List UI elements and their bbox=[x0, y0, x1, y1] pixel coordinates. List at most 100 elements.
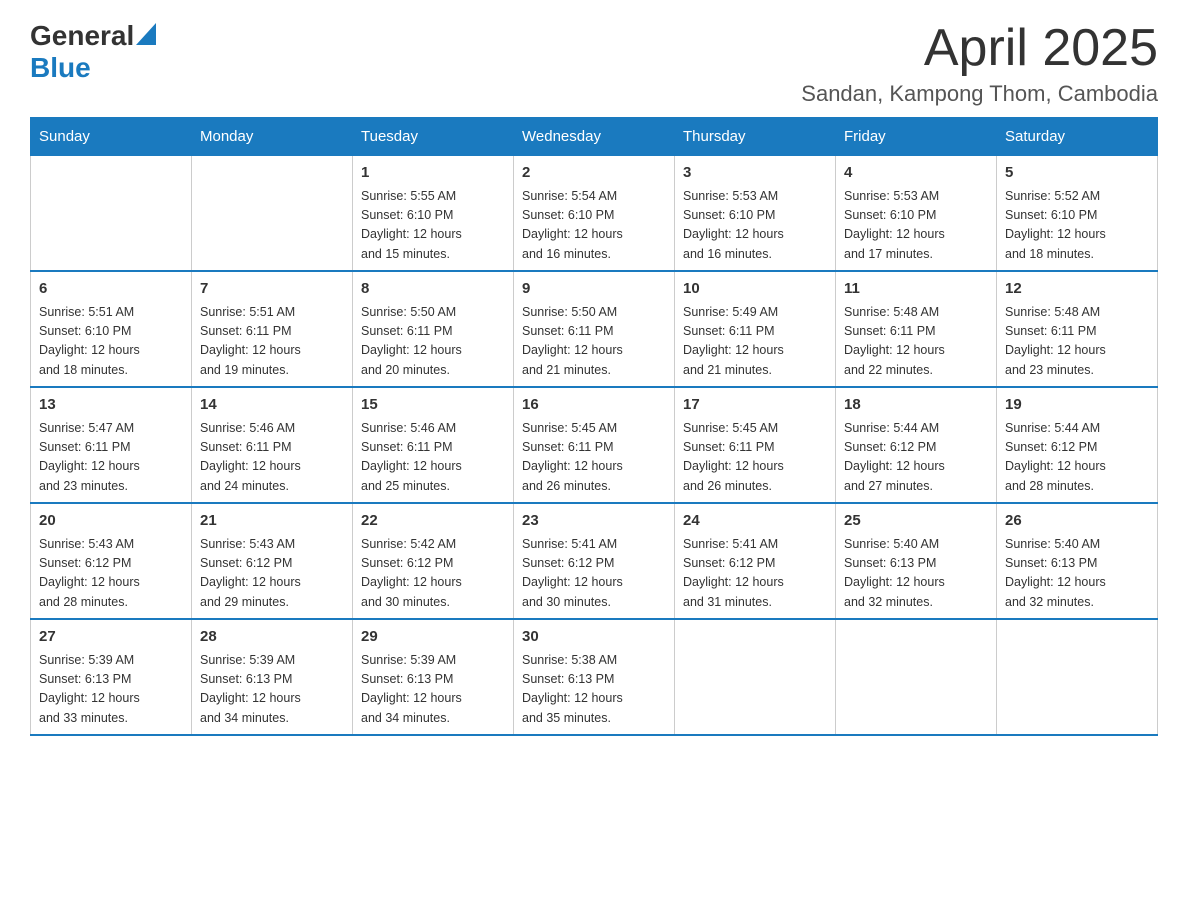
calendar-day-cell: 20Sunrise: 5:43 AM Sunset: 6:12 PM Dayli… bbox=[31, 503, 192, 619]
calendar-day-cell: 16Sunrise: 5:45 AM Sunset: 6:11 PM Dayli… bbox=[514, 387, 675, 503]
day-info: Sunrise: 5:48 AM Sunset: 6:11 PM Dayligh… bbox=[844, 303, 988, 381]
logo-blue-text: Blue bbox=[30, 52, 91, 83]
logo-triangle-icon bbox=[136, 23, 156, 45]
day-info: Sunrise: 5:41 AM Sunset: 6:12 PM Dayligh… bbox=[683, 535, 827, 613]
day-info: Sunrise: 5:52 AM Sunset: 6:10 PM Dayligh… bbox=[1005, 187, 1149, 265]
calendar-day-cell: 9Sunrise: 5:50 AM Sunset: 6:11 PM Daylig… bbox=[514, 271, 675, 387]
day-number: 7 bbox=[200, 278, 344, 301]
day-info: Sunrise: 5:48 AM Sunset: 6:11 PM Dayligh… bbox=[1005, 303, 1149, 381]
day-of-week-header: Sunday bbox=[31, 118, 192, 156]
calendar-day-cell bbox=[997, 619, 1158, 735]
day-number: 18 bbox=[844, 394, 988, 417]
calendar-day-cell: 5Sunrise: 5:52 AM Sunset: 6:10 PM Daylig… bbox=[997, 156, 1158, 272]
calendar-day-cell: 6Sunrise: 5:51 AM Sunset: 6:10 PM Daylig… bbox=[31, 271, 192, 387]
day-number: 4 bbox=[844, 162, 988, 185]
calendar-day-cell: 30Sunrise: 5:38 AM Sunset: 6:13 PM Dayli… bbox=[514, 619, 675, 735]
calendar-header-row: SundayMondayTuesdayWednesdayThursdayFrid… bbox=[31, 118, 1158, 156]
day-number: 14 bbox=[200, 394, 344, 417]
day-info: Sunrise: 5:39 AM Sunset: 6:13 PM Dayligh… bbox=[200, 651, 344, 729]
day-number: 27 bbox=[39, 626, 183, 649]
day-info: Sunrise: 5:42 AM Sunset: 6:12 PM Dayligh… bbox=[361, 535, 505, 613]
day-number: 8 bbox=[361, 278, 505, 301]
calendar-day-cell: 14Sunrise: 5:46 AM Sunset: 6:11 PM Dayli… bbox=[192, 387, 353, 503]
day-number: 17 bbox=[683, 394, 827, 417]
day-info: Sunrise: 5:51 AM Sunset: 6:11 PM Dayligh… bbox=[200, 303, 344, 381]
day-info: Sunrise: 5:46 AM Sunset: 6:11 PM Dayligh… bbox=[200, 419, 344, 497]
day-number: 25 bbox=[844, 510, 988, 533]
day-number: 29 bbox=[361, 626, 505, 649]
day-number: 10 bbox=[683, 278, 827, 301]
calendar-day-cell: 24Sunrise: 5:41 AM Sunset: 6:12 PM Dayli… bbox=[675, 503, 836, 619]
day-info: Sunrise: 5:43 AM Sunset: 6:12 PM Dayligh… bbox=[39, 535, 183, 613]
calendar-day-cell: 27Sunrise: 5:39 AM Sunset: 6:13 PM Dayli… bbox=[31, 619, 192, 735]
day-number: 1 bbox=[361, 162, 505, 185]
day-info: Sunrise: 5:41 AM Sunset: 6:12 PM Dayligh… bbox=[522, 535, 666, 613]
day-info: Sunrise: 5:40 AM Sunset: 6:13 PM Dayligh… bbox=[844, 535, 988, 613]
calendar-day-cell: 19Sunrise: 5:44 AM Sunset: 6:12 PM Dayli… bbox=[997, 387, 1158, 503]
calendar-day-cell: 8Sunrise: 5:50 AM Sunset: 6:11 PM Daylig… bbox=[353, 271, 514, 387]
day-number: 15 bbox=[361, 394, 505, 417]
logo: General Blue bbox=[30, 20, 156, 84]
day-number: 23 bbox=[522, 510, 666, 533]
day-number: 28 bbox=[200, 626, 344, 649]
day-number: 21 bbox=[200, 510, 344, 533]
title-block: April 2025 Sandan, Kampong Thom, Cambodi… bbox=[801, 20, 1158, 107]
calendar-week-row: 20Sunrise: 5:43 AM Sunset: 6:12 PM Dayli… bbox=[31, 503, 1158, 619]
calendar-day-cell: 17Sunrise: 5:45 AM Sunset: 6:11 PM Dayli… bbox=[675, 387, 836, 503]
day-info: Sunrise: 5:50 AM Sunset: 6:11 PM Dayligh… bbox=[361, 303, 505, 381]
day-info: Sunrise: 5:45 AM Sunset: 6:11 PM Dayligh… bbox=[683, 419, 827, 497]
day-of-week-header: Saturday bbox=[997, 118, 1158, 156]
day-info: Sunrise: 5:43 AM Sunset: 6:12 PM Dayligh… bbox=[200, 535, 344, 613]
day-info: Sunrise: 5:46 AM Sunset: 6:11 PM Dayligh… bbox=[361, 419, 505, 497]
day-info: Sunrise: 5:39 AM Sunset: 6:13 PM Dayligh… bbox=[361, 651, 505, 729]
calendar-day-cell: 1Sunrise: 5:55 AM Sunset: 6:10 PM Daylig… bbox=[353, 156, 514, 272]
calendar-day-cell: 10Sunrise: 5:49 AM Sunset: 6:11 PM Dayli… bbox=[675, 271, 836, 387]
day-number: 11 bbox=[844, 278, 988, 301]
calendar-day-cell: 3Sunrise: 5:53 AM Sunset: 6:10 PM Daylig… bbox=[675, 156, 836, 272]
day-number: 30 bbox=[522, 626, 666, 649]
calendar-day-cell: 18Sunrise: 5:44 AM Sunset: 6:12 PM Dayli… bbox=[836, 387, 997, 503]
calendar-day-cell: 28Sunrise: 5:39 AM Sunset: 6:13 PM Dayli… bbox=[192, 619, 353, 735]
calendar-day-cell: 4Sunrise: 5:53 AM Sunset: 6:10 PM Daylig… bbox=[836, 156, 997, 272]
day-number: 13 bbox=[39, 394, 183, 417]
calendar-day-cell: 7Sunrise: 5:51 AM Sunset: 6:11 PM Daylig… bbox=[192, 271, 353, 387]
day-number: 20 bbox=[39, 510, 183, 533]
day-number: 22 bbox=[361, 510, 505, 533]
logo-general-text: General bbox=[30, 20, 134, 52]
calendar-day-cell: 15Sunrise: 5:46 AM Sunset: 6:11 PM Dayli… bbox=[353, 387, 514, 503]
day-info: Sunrise: 5:45 AM Sunset: 6:11 PM Dayligh… bbox=[522, 419, 666, 497]
calendar-week-row: 13Sunrise: 5:47 AM Sunset: 6:11 PM Dayli… bbox=[31, 387, 1158, 503]
calendar-day-cell: 29Sunrise: 5:39 AM Sunset: 6:13 PM Dayli… bbox=[353, 619, 514, 735]
day-info: Sunrise: 5:50 AM Sunset: 6:11 PM Dayligh… bbox=[522, 303, 666, 381]
day-number: 12 bbox=[1005, 278, 1149, 301]
calendar-day-cell bbox=[31, 156, 192, 272]
day-number: 24 bbox=[683, 510, 827, 533]
day-info: Sunrise: 5:54 AM Sunset: 6:10 PM Dayligh… bbox=[522, 187, 666, 265]
calendar-day-cell: 22Sunrise: 5:42 AM Sunset: 6:12 PM Dayli… bbox=[353, 503, 514, 619]
day-of-week-header: Wednesday bbox=[514, 118, 675, 156]
day-number: 16 bbox=[522, 394, 666, 417]
calendar-day-cell: 13Sunrise: 5:47 AM Sunset: 6:11 PM Dayli… bbox=[31, 387, 192, 503]
calendar-day-cell: 11Sunrise: 5:48 AM Sunset: 6:11 PM Dayli… bbox=[836, 271, 997, 387]
day-number: 19 bbox=[1005, 394, 1149, 417]
day-info: Sunrise: 5:51 AM Sunset: 6:10 PM Dayligh… bbox=[39, 303, 183, 381]
calendar-day-cell: 21Sunrise: 5:43 AM Sunset: 6:12 PM Dayli… bbox=[192, 503, 353, 619]
calendar-day-cell bbox=[675, 619, 836, 735]
calendar-day-cell: 23Sunrise: 5:41 AM Sunset: 6:12 PM Dayli… bbox=[514, 503, 675, 619]
calendar-day-cell: 12Sunrise: 5:48 AM Sunset: 6:11 PM Dayli… bbox=[997, 271, 1158, 387]
day-of-week-header: Monday bbox=[192, 118, 353, 156]
day-number: 26 bbox=[1005, 510, 1149, 533]
day-info: Sunrise: 5:44 AM Sunset: 6:12 PM Dayligh… bbox=[1005, 419, 1149, 497]
day-number: 5 bbox=[1005, 162, 1149, 185]
day-number: 2 bbox=[522, 162, 666, 185]
day-of-week-header: Friday bbox=[836, 118, 997, 156]
calendar-day-cell bbox=[192, 156, 353, 272]
day-info: Sunrise: 5:55 AM Sunset: 6:10 PM Dayligh… bbox=[361, 187, 505, 265]
calendar-table: SundayMondayTuesdayWednesdayThursdayFrid… bbox=[30, 117, 1158, 736]
calendar-subtitle: Sandan, Kampong Thom, Cambodia bbox=[801, 81, 1158, 107]
calendar-title: April 2025 bbox=[801, 20, 1158, 77]
page-header: General Blue April 2025 Sandan, Kampong … bbox=[30, 20, 1158, 107]
day-info: Sunrise: 5:39 AM Sunset: 6:13 PM Dayligh… bbox=[39, 651, 183, 729]
day-info: Sunrise: 5:53 AM Sunset: 6:10 PM Dayligh… bbox=[683, 187, 827, 265]
day-info: Sunrise: 5:40 AM Sunset: 6:13 PM Dayligh… bbox=[1005, 535, 1149, 613]
